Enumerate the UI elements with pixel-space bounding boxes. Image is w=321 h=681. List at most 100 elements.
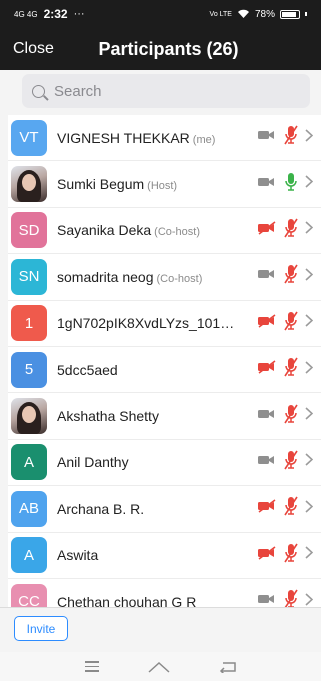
- avatar: A: [11, 537, 47, 574]
- participant-name: Akshatha Shetty: [57, 408, 239, 424]
- avatar: A: [11, 444, 47, 481]
- participant-name: Chethan chouhan G R: [57, 594, 239, 607]
- invite-button[interactable]: Invite: [14, 616, 68, 641]
- avatar: SN: [11, 258, 47, 295]
- back-icon[interactable]: [219, 661, 237, 673]
- participant-name: Archana B. R.: [57, 501, 239, 517]
- microphone-muted-icon: [283, 310, 299, 337]
- chevron-right-icon[interactable]: [305, 546, 315, 564]
- participant-name-text: Sayanika Deka: [57, 222, 152, 239]
- participant-name-text: Aswita: [57, 547, 99, 564]
- status-bar: 4G 4G 2:32 ··· Vo LTE 78%: [0, 0, 321, 28]
- video-off-icon: [257, 499, 277, 518]
- participant-role: (Host): [147, 180, 178, 193]
- video-off-icon: [257, 314, 277, 333]
- participant-row[interactable]: Akshatha Shetty: [8, 393, 321, 440]
- microphone-muted-icon: [283, 542, 299, 569]
- chevron-right-icon[interactable]: [305, 314, 315, 332]
- participant-name: VIGNESH THEKKAR (me): [57, 130, 239, 146]
- participant-row[interactable]: 5 5dcc5aed: [8, 347, 321, 394]
- participant-role: (Co-host): [154, 226, 201, 239]
- chevron-right-icon[interactable]: [305, 221, 315, 239]
- participant-name-text: Akshatha Shetty: [57, 408, 159, 425]
- battery-percent: 78%: [254, 8, 275, 20]
- menu-icon[interactable]: [84, 661, 99, 672]
- video-off-icon: [257, 546, 277, 565]
- participant-role: (Co-host): [156, 272, 203, 285]
- search-icon: [32, 84, 45, 98]
- avatar: AB: [11, 490, 47, 527]
- battery-icon: [280, 9, 300, 19]
- participant-row[interactable]: A Aswita: [8, 533, 321, 579]
- microphone-muted-icon: [283, 449, 299, 476]
- participant-name-text: 1gN702pIK8XvdLYzs_101S...: [57, 315, 239, 332]
- avatar: [11, 398, 47, 435]
- participant-row[interactable]: VT VIGNESH THEKKAR (me): [8, 115, 321, 162]
- search-input[interactable]: Search: [22, 74, 310, 108]
- microphone-icon: [283, 171, 299, 198]
- avatar: SD: [11, 212, 47, 249]
- participant-role: (me): [192, 133, 216, 146]
- close-button[interactable]: Close: [13, 40, 54, 58]
- participant-name: Anil Danthy: [57, 454, 239, 470]
- header-bar: Close Participants (26): [0, 28, 321, 70]
- android-nav-bar: [0, 652, 321, 681]
- participant-list[interactable]: VT VIGNESH THEKKAR (me) Sumki Begum (Host) SD…: [8, 115, 321, 607]
- status-time: 2:32: [43, 7, 68, 21]
- participant-name-text: Sumki Begum: [57, 176, 145, 193]
- participant-name: Aswita: [57, 547, 239, 563]
- video-icon: [257, 175, 277, 194]
- video-icon: [257, 128, 277, 147]
- avatar: [11, 166, 47, 203]
- participant-name-text: somadrita neog: [57, 268, 154, 285]
- participant-name-text: 5dcc5aed: [57, 361, 118, 378]
- participant-name: Sayanika Deka (Co-host): [57, 222, 239, 238]
- participant-row[interactable]: Sumki Begum (Host): [8, 161, 321, 208]
- video-icon: [257, 407, 277, 426]
- participant-name: Sumki Begum (Host): [57, 176, 239, 192]
- participant-row[interactable]: SD Sayanika Deka (Co-host): [8, 208, 321, 255]
- microphone-muted-icon: [283, 403, 299, 430]
- video-off-icon: [257, 360, 277, 379]
- chevron-right-icon[interactable]: [305, 500, 315, 518]
- status-dots: ···: [73, 8, 85, 20]
- participant-name: 5dcc5aed: [57, 362, 239, 378]
- volte-indicator: Vo LTE: [209, 10, 232, 18]
- participant-row[interactable]: A Anil Danthy: [8, 440, 321, 487]
- microphone-muted-icon: [283, 263, 299, 290]
- video-icon: [257, 267, 277, 286]
- participant-row[interactable]: 1 1gN702pIK8XvdLYzs_101S...: [8, 301, 321, 347]
- wifi-icon: [237, 9, 249, 18]
- video-icon: [257, 592, 277, 607]
- search-placeholder: Search: [54, 82, 102, 100]
- chevron-right-icon[interactable]: [305, 268, 315, 286]
- avatar: 5: [11, 351, 47, 388]
- chevron-right-icon[interactable]: [305, 175, 315, 193]
- participant-name-text: Anil Danthy: [57, 454, 129, 471]
- participant-name-text: Archana B. R.: [57, 500, 145, 517]
- microphone-muted-icon: [283, 495, 299, 522]
- video-icon: [257, 453, 277, 472]
- participant-name: somadrita neog (Co-host): [57, 269, 239, 285]
- participant-row[interactable]: SN somadrita neog (Co-host): [8, 254, 321, 301]
- participant-name-text: VIGNESH THEKKAR: [57, 129, 190, 146]
- chevron-right-icon[interactable]: [305, 453, 315, 471]
- participant-name-text: Chethan chouhan G R: [57, 593, 197, 607]
- chevron-right-icon[interactable]: [305, 129, 315, 147]
- footer-bar: Invite: [0, 607, 321, 652]
- participant-name: 1gN702pIK8XvdLYzs_101S...: [57, 315, 239, 331]
- microphone-muted-icon: [283, 356, 299, 383]
- battery-nub: [305, 12, 307, 16]
- microphone-muted-icon: [283, 588, 299, 607]
- microphone-muted-icon: [283, 217, 299, 244]
- chevron-right-icon[interactable]: [305, 407, 315, 425]
- participant-row[interactable]: AB Archana B. R.: [8, 486, 321, 533]
- home-icon[interactable]: [147, 661, 170, 673]
- participant-row[interactable]: CC Chethan chouhan G R: [8, 579, 321, 607]
- avatar: 1: [11, 305, 47, 342]
- avatar: CC: [11, 583, 47, 607]
- avatar: VT: [11, 119, 47, 156]
- chevron-right-icon[interactable]: [305, 593, 315, 607]
- signal-indicator: 4G 4G: [14, 9, 38, 19]
- chevron-right-icon[interactable]: [305, 361, 315, 379]
